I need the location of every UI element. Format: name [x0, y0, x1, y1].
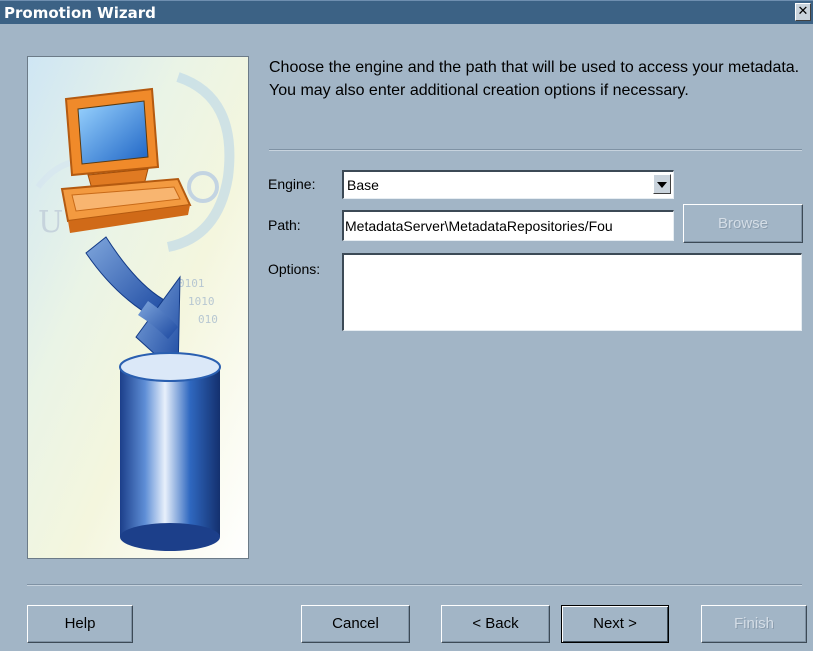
svg-text:U: U: [38, 205, 63, 240]
options-field[interactable]: [342, 253, 802, 331]
svg-text:010: 010: [198, 313, 218, 326]
wizard-illustration-graphic: 0101 1010 010 U: [28, 57, 248, 558]
divider-bottom: [27, 584, 802, 586]
cancel-button[interactable]: Cancel: [301, 605, 410, 643]
next-button[interactable]: Next >: [561, 605, 669, 643]
browse-button[interactable]: Browse: [683, 204, 803, 243]
help-button[interactable]: Help: [27, 605, 133, 643]
path-label: Path:: [268, 217, 301, 233]
back-button[interactable]: < Back: [441, 605, 550, 643]
engine-label: Engine:: [268, 176, 316, 192]
window-title: Promotion Wizard: [4, 4, 156, 22]
close-button[interactable]: ✕: [795, 3, 811, 21]
finish-button[interactable]: Finish: [701, 605, 807, 643]
wizard-illustration: 0101 1010 010 U: [27, 56, 249, 559]
chevron-down-icon[interactable]: [653, 174, 671, 194]
engine-select[interactable]: Base: [342, 170, 674, 199]
svg-text:1010: 1010: [188, 295, 215, 308]
options-textarea[interactable]: [344, 255, 801, 330]
path-input[interactable]: [344, 212, 673, 240]
intro-text: Choose the engine and the path that will…: [269, 59, 800, 99]
database-cylinder-illustration: [119, 352, 221, 551]
title-bar: Promotion Wizard ✕: [0, 0, 813, 24]
path-field[interactable]: [342, 210, 674, 241]
options-label: Options:: [268, 261, 321, 277]
divider-top: [269, 149, 802, 151]
close-icon: ✕: [797, 4, 809, 19]
engine-select-value: Base: [347, 177, 379, 193]
svg-text:0101: 0101: [178, 277, 205, 290]
